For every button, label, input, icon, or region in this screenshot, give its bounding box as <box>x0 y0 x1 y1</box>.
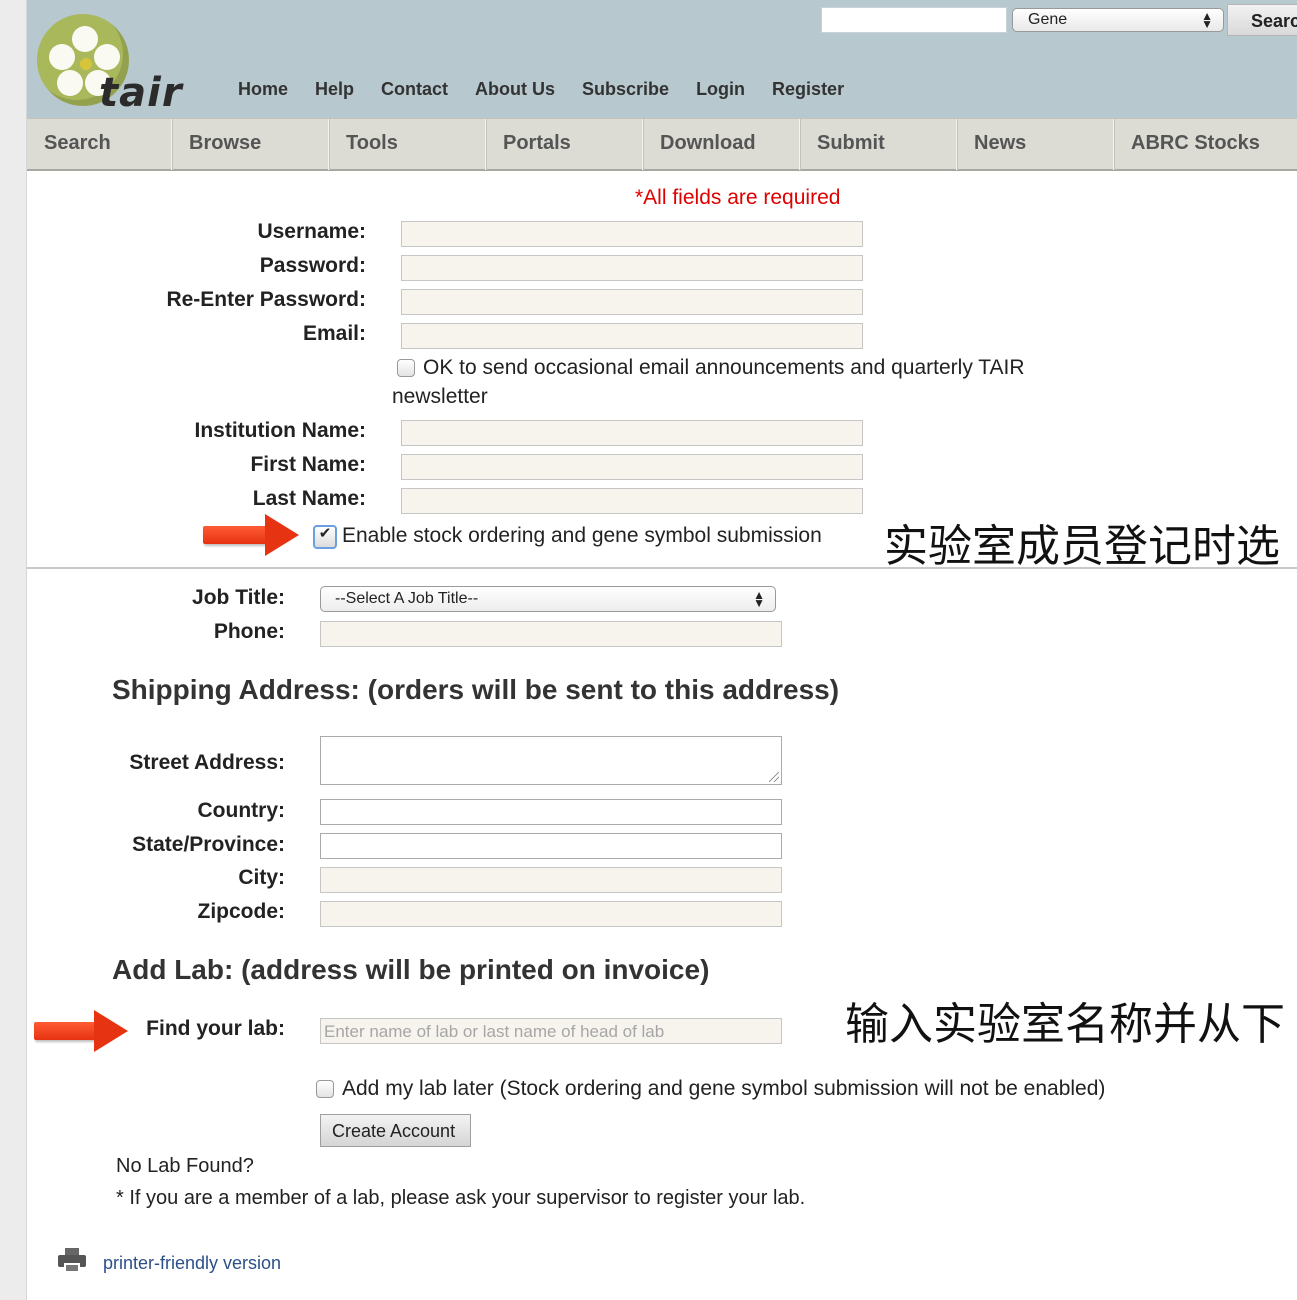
site-header: tair Gene ▲▼ Search Home Help Contact Ab… <box>27 0 1297 118</box>
nav-tab-download[interactable]: Download <box>643 119 800 170</box>
last-name-label: Last Name: <box>252 487 366 510</box>
announcements-checkbox[interactable] <box>397 359 415 377</box>
find-lab-input[interactable]: Enter name of lab or last name of head o… <box>320 1018 782 1044</box>
main-nav: Search Browse Tools Portals Download Sub… <box>27 118 1297 171</box>
select-arrows-icon: ▲ ▼ <box>753 588 765 610</box>
add-lab-heading: Add Lab: (address will be printed on inv… <box>112 954 710 985</box>
search-input[interactable] <box>821 7 1007 33</box>
top-link-register[interactable]: Register <box>772 79 844 100</box>
printer-friendly-link[interactable]: printer-friendly version <box>103 1253 281 1274</box>
enable-stock-label: Enable stock ordering and gene symbol su… <box>342 524 822 547</box>
reenter-password-field[interactable] <box>401 289 863 315</box>
last-name-field[interactable] <box>401 488 863 514</box>
top-link-subscribe[interactable]: Subscribe <box>582 79 669 100</box>
reenter-password-label: Re-Enter Password: <box>166 288 366 311</box>
zipcode-label: Zipcode: <box>197 900 286 923</box>
enable-stock-checkbox[interactable]: ✔ <box>313 525 337 549</box>
zipcode-field[interactable] <box>320 901 782 927</box>
search-type-value: Gene <box>1028 11 1068 28</box>
email-label: Email: <box>302 322 366 345</box>
nav-tab-search[interactable]: Search <box>27 119 172 170</box>
nav-tab-submit[interactable]: Submit <box>800 119 957 170</box>
email-field[interactable] <box>401 323 863 349</box>
printer-icon[interactable] <box>58 1248 86 1274</box>
country-field[interactable] <box>320 799 782 825</box>
street-label: Street Address: <box>129 751 285 774</box>
add-lab-later-label: Add my lab later (Stock ordering and gen… <box>342 1077 1106 1100</box>
left-page-edge <box>0 0 27 1300</box>
city-label: City: <box>238 866 285 889</box>
nav-tab-browse[interactable]: Browse <box>172 119 329 170</box>
top-link-help[interactable]: Help <box>315 79 354 100</box>
job-title-select[interactable]: --Select A Job Title-- ▲ ▼ <box>320 586 776 612</box>
top-link-login[interactable]: Login <box>696 79 745 100</box>
job-title-value: --Select A Job Title-- <box>335 590 479 607</box>
announcements-label-cont: newsletter <box>392 385 488 408</box>
top-link-about-us[interactable]: About Us <box>475 79 555 100</box>
supervisor-note: * If you are a member of a lab, please a… <box>116 1187 806 1209</box>
country-label: Country: <box>197 799 286 822</box>
top-links: Home Help Contact About Us Subscribe Log… <box>238 79 844 100</box>
search-type-select[interactable]: Gene ▲ ▼ <box>1012 8 1224 32</box>
street-address-textarea[interactable] <box>320 736 782 785</box>
annotation-note-1: 实验室成员登记时选 <box>884 521 1280 572</box>
state-label: State/Province: <box>132 833 285 856</box>
logo-text: tair <box>99 70 183 116</box>
first-name-label: First Name: <box>250 453 366 476</box>
nav-tab-news[interactable]: News <box>957 119 1114 170</box>
annotation-note-2: 输入实验室名称并从下 <box>845 999 1285 1050</box>
phone-label: Phone: <box>213 620 285 643</box>
first-name-field[interactable] <box>401 454 863 480</box>
state-field[interactable] <box>320 833 782 859</box>
create-account-button[interactable]: Create Account <box>320 1114 471 1147</box>
announcements-label: OK to send occasional email announcement… <box>423 356 1025 379</box>
phone-field[interactable] <box>320 621 782 647</box>
nav-tab-portals[interactable]: Portals <box>486 119 643 170</box>
add-lab-later-checkbox[interactable] <box>316 1080 334 1098</box>
institution-label: Institution Name: <box>194 419 367 442</box>
job-title-label: Job Title: <box>192 586 285 609</box>
find-lab-label: Find your lab: <box>146 1017 285 1040</box>
tair-logo[interactable]: tair <box>37 10 187 120</box>
nav-tab-tools[interactable]: Tools <box>329 119 486 170</box>
shipping-heading: Shipping Address: (orders will be sent t… <box>112 674 840 705</box>
section-divider <box>27 567 1297 569</box>
city-field[interactable] <box>320 867 782 893</box>
password-field[interactable] <box>401 255 863 281</box>
resize-grip-icon[interactable] <box>769 772 779 782</box>
no-lab-found-text: No Lab Found? <box>116 1155 254 1177</box>
username-label: Username: <box>257 220 366 243</box>
username-field[interactable] <box>401 221 863 247</box>
top-link-home[interactable]: Home <box>238 79 288 100</box>
nav-tab-abrc-stocks[interactable]: ABRC Stocks <box>1114 119 1271 170</box>
top-link-contact[interactable]: Contact <box>381 79 448 100</box>
password-label: Password: <box>259 254 366 277</box>
search-button[interactable]: Search <box>1227 4 1297 36</box>
required-note: *All fields are required <box>635 186 841 209</box>
institution-field[interactable] <box>401 420 863 446</box>
select-arrows-icon: ▲ ▼ <box>1201 9 1213 31</box>
